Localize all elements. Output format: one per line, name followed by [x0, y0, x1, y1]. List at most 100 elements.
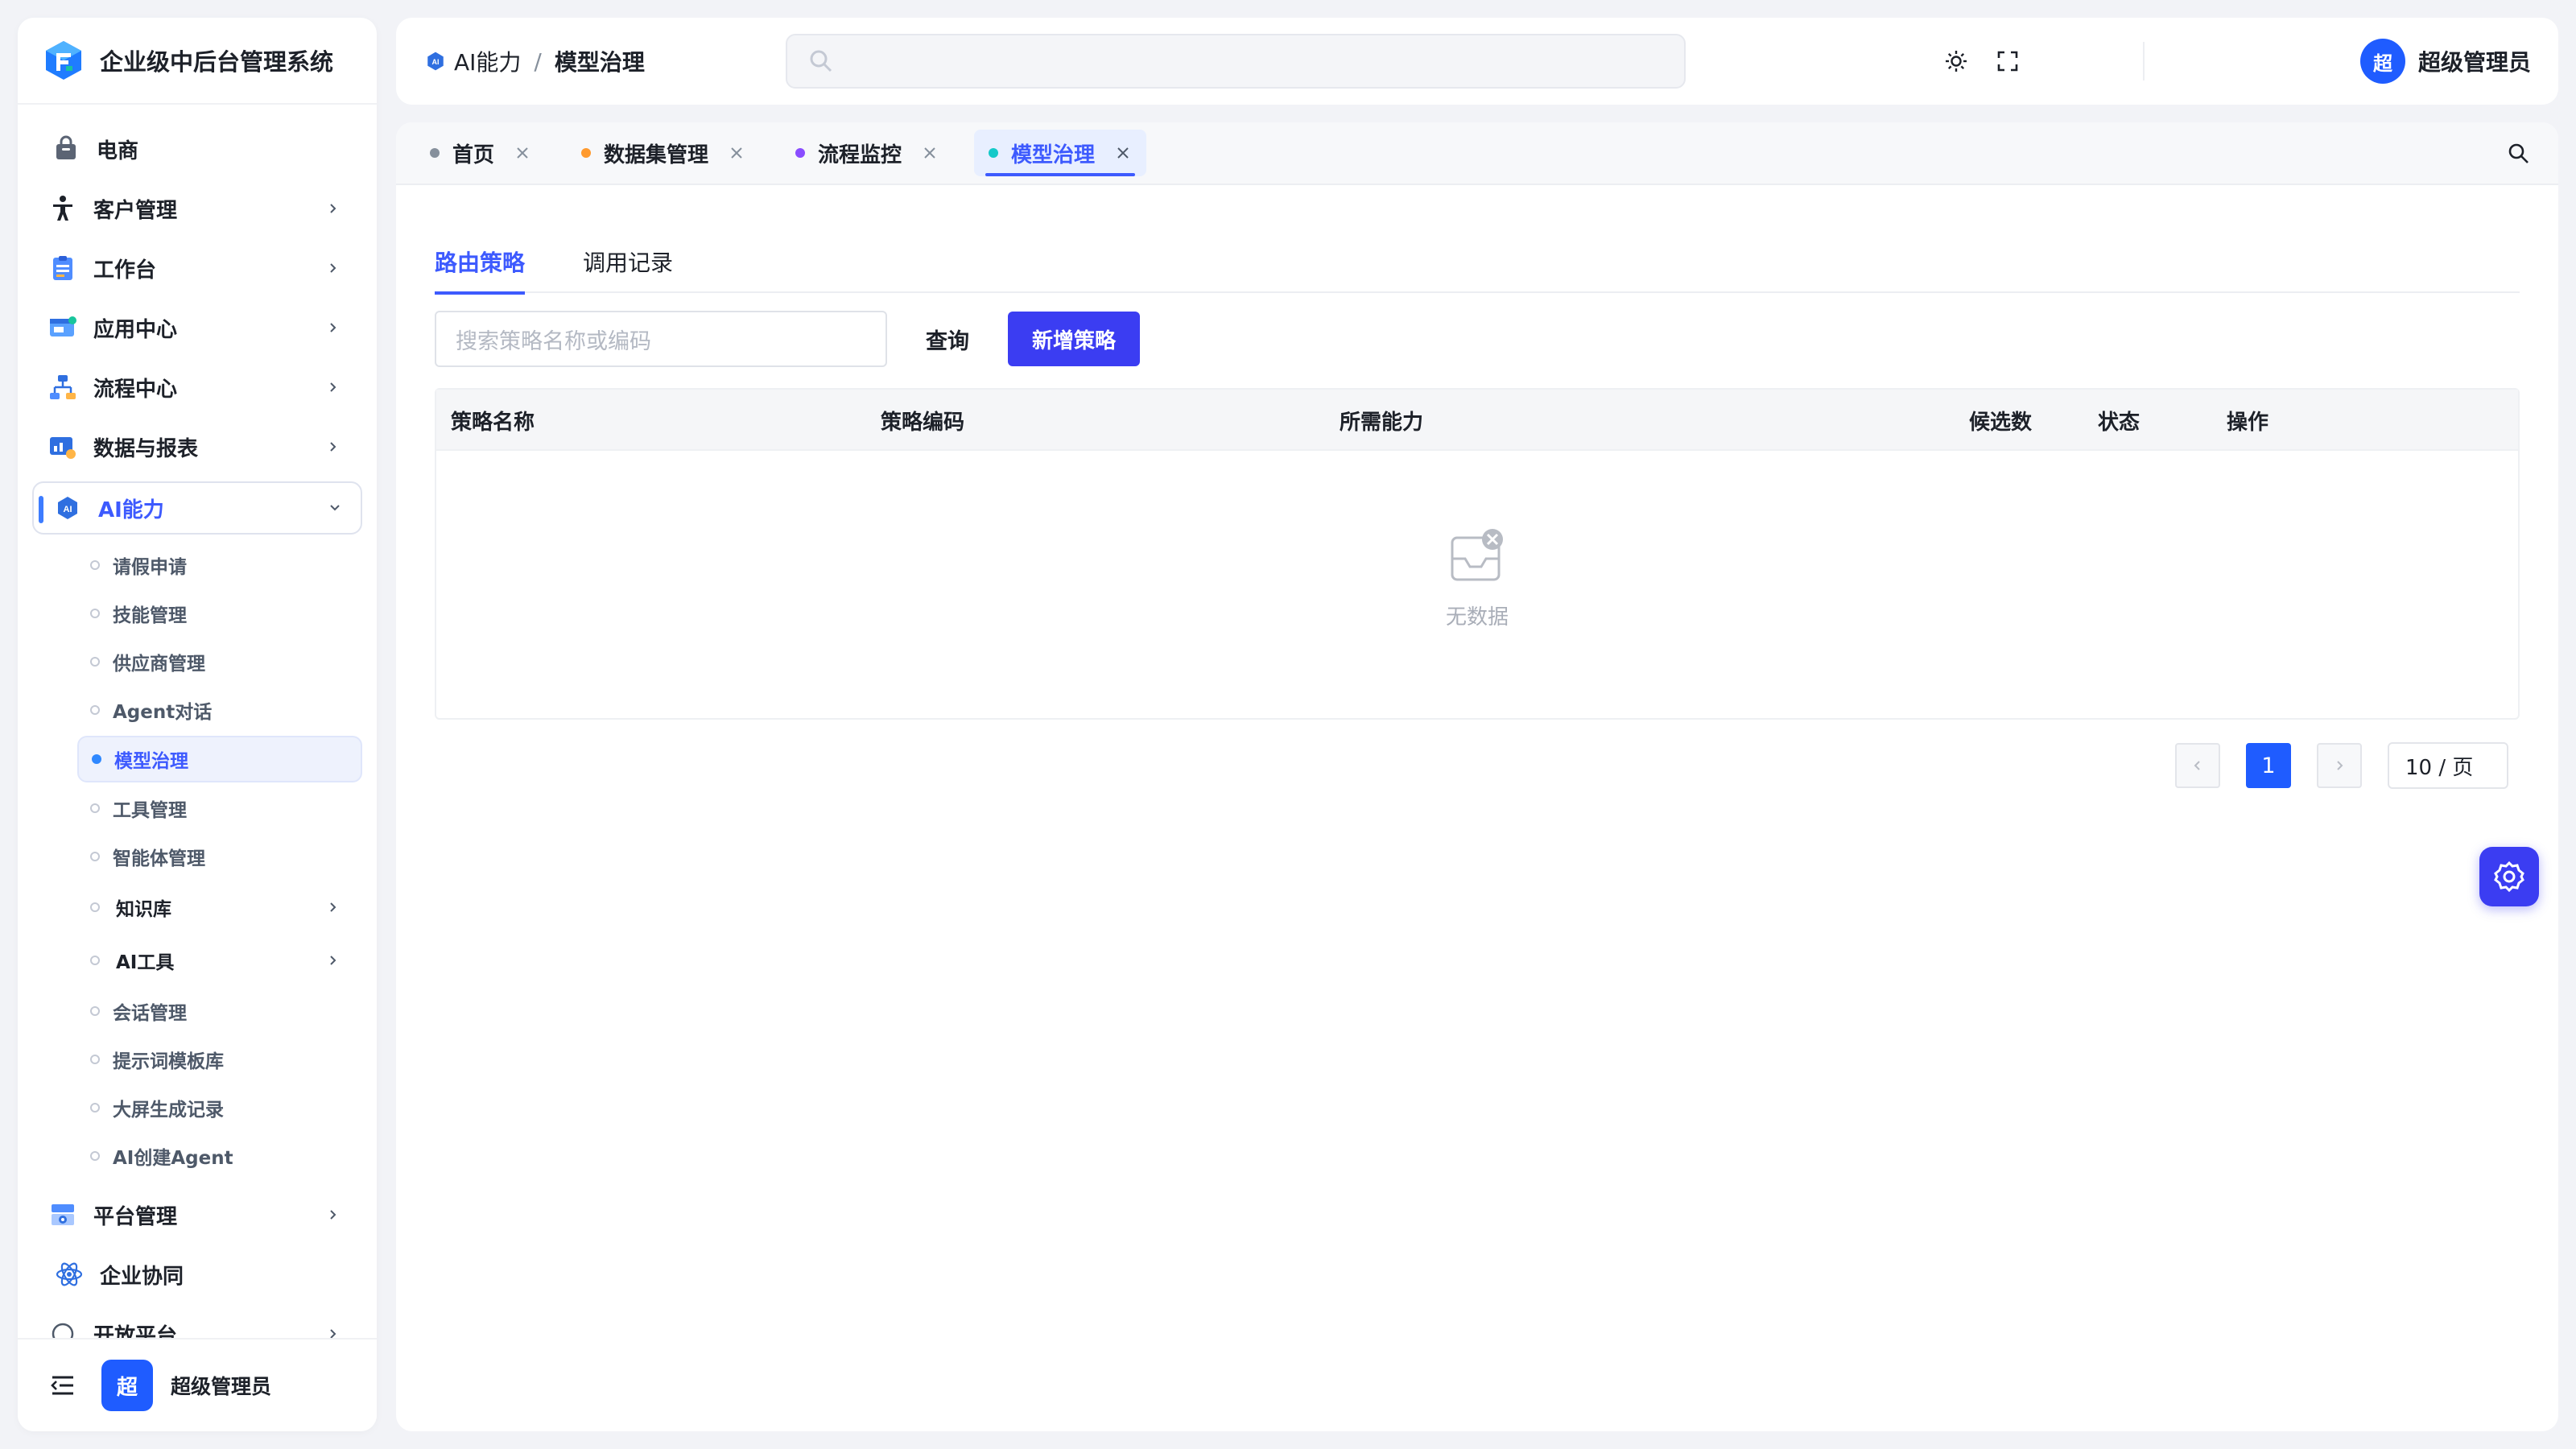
strategy-search-input[interactable]: 搜索策略名称或编码 — [435, 311, 887, 367]
chevron-right-icon — [325, 1207, 341, 1223]
sub-item-label: 模型治理 — [114, 751, 188, 772]
sub-item-label: 智能体管理 — [113, 848, 205, 869]
ai-badge-icon: AI — [52, 492, 84, 524]
gear-icon — [2492, 860, 2526, 894]
tab-process-monitor[interactable]: 流程监控 — [781, 130, 953, 176]
sub-item-leave[interactable]: 请假申请 — [18, 541, 377, 589]
subtab-call-records[interactable]: 调用记录 — [583, 238, 673, 293]
next-page-button[interactable] — [2317, 743, 2362, 788]
bullet-icon — [90, 1151, 100, 1161]
content-subtabs: 路由策略 调用记录 — [435, 238, 2520, 295]
bullet-icon — [90, 657, 100, 667]
search-icon — [808, 48, 834, 77]
close-icon[interactable] — [921, 144, 939, 162]
sub-item-label: 工具管理 — [113, 800, 187, 821]
sidebar-item-platform[interactable]: 平台管理 — [18, 1185, 377, 1245]
main-content: 首页 数据集管理 流程监控 模型治理 路由策略 调用记录 搜索策略名称或编码 查… — [396, 122, 2558, 1431]
column-header-code: 策略编码 — [881, 410, 965, 435]
tab-label: 数据集管理 — [604, 142, 709, 167]
sidebar-item-customers[interactable]: 客户管理 — [18, 179, 377, 238]
sub-item-tools[interactable]: 工具管理 — [18, 784, 377, 832]
bullet-icon — [90, 609, 100, 618]
tab-home[interactable]: 首页 — [415, 130, 546, 176]
sub-item-knowledge-base[interactable]: 知识库 — [18, 881, 377, 934]
active-tab-underline — [985, 173, 1136, 176]
avatar[interactable]: 超 — [2359, 39, 2405, 84]
global-search-input[interactable] — [786, 34, 1686, 89]
sub-item-agents[interactable]: 智能体管理 — [18, 832, 377, 881]
prev-page-button[interactable] — [2175, 743, 2220, 788]
tab-dot — [795, 148, 806, 158]
sub-item-sessions[interactable]: 会话管理 — [18, 987, 377, 1035]
query-button[interactable]: 查询 — [926, 324, 969, 355]
header-user[interactable]: 超 超级管理员 — [2359, 39, 2531, 84]
add-strategy-button[interactable]: 新增策略 — [1008, 312, 1140, 366]
active-subtab-underline — [435, 291, 526, 295]
sub-item-suppliers[interactable]: 供应商管理 — [18, 638, 377, 686]
page-size-select[interactable]: 10 / 页 — [2388, 742, 2508, 789]
tab-label: 流程监控 — [818, 142, 902, 167]
app-root: 企业级中后台管理系统 电商 客户管理 工作台 应用中心 流程中心 数据与报表 A… — [0, 0, 2576, 1449]
sidebar-item-label: 工作台 — [93, 258, 157, 283]
sidebar-footer: 超 超级管理员 — [18, 1338, 377, 1431]
chevron-right-icon — [325, 200, 341, 217]
sidebar-item-ai[interactable]: AI AI能力 — [32, 481, 362, 535]
sub-item-prompt-templates[interactable]: 提示词模板库 — [18, 1035, 377, 1084]
tab-model-governance[interactable]: 模型治理 — [974, 130, 1147, 176]
logo-row: 企业级中后台管理系统 — [18, 18, 377, 105]
subtab-label: 调用记录 — [583, 250, 674, 276]
report-icon — [47, 431, 79, 463]
sub-item-ai-tools[interactable]: AI工具 — [18, 934, 377, 987]
sub-item-agent-chat[interactable]: Agent对话 — [18, 686, 377, 734]
search-icon[interactable] — [2507, 142, 2531, 169]
user-name: 超级管理员 — [2417, 49, 2531, 76]
bullet-icon — [92, 754, 101, 764]
sidebar-item-data-reports[interactable]: 数据与报表 — [18, 417, 377, 477]
page-number-current[interactable]: 1 — [2246, 743, 2291, 788]
chevron-right-icon — [325, 320, 341, 336]
sub-item-ai-create-agent[interactable]: AI创建Agent — [18, 1132, 377, 1180]
sidebar-item-process-center[interactable]: 流程中心 — [18, 357, 377, 417]
sidebar-item-app-center[interactable]: 应用中心 — [18, 298, 377, 357]
close-icon[interactable] — [1114, 144, 1132, 162]
bullet-icon — [90, 560, 100, 570]
sidebar-item-label: 流程中心 — [93, 377, 178, 402]
fullscreen-icon[interactable] — [1995, 48, 2021, 74]
settings-gear-button[interactable] — [2479, 847, 2539, 906]
sidebar-item-collaboration[interactable]: 企业协同 — [18, 1245, 377, 1304]
sidebar-item-label: 企业协同 — [100, 1264, 184, 1289]
breadcrumb-parent[interactable]: AI能力 — [454, 45, 521, 77]
page-tabs: 首页 数据集管理 流程监控 模型治理 — [396, 122, 2558, 185]
theme-sun-icon[interactable] — [1943, 48, 1969, 74]
sub-item-label: 会话管理 — [113, 1003, 187, 1024]
column-header-name: 策略名称 — [451, 410, 535, 435]
close-icon[interactable] — [514, 144, 531, 162]
close-icon[interactable] — [728, 144, 745, 162]
collapse-menu-icon[interactable] — [50, 1374, 76, 1397]
clipboard-icon — [47, 252, 79, 284]
sidebar-item-label: 应用中心 — [93, 317, 178, 342]
bullet-icon — [90, 852, 100, 861]
column-header-candidates: 候选数 — [1969, 410, 2033, 435]
app-logo-icon — [42, 39, 85, 82]
table-header: 策略名称 策略编码 所需能力 候选数 状态 操作 — [436, 390, 2518, 451]
sub-item-label: AI创建Agent — [113, 1148, 233, 1169]
sidebar-item-ecommerce[interactable]: 电商 — [18, 119, 377, 179]
sub-item-model-governance[interactable]: 模型治理 — [77, 736, 362, 782]
atom-icon — [53, 1258, 85, 1290]
subtab-routing-strategy[interactable]: 路由策略 — [435, 238, 526, 295]
sub-item-label: AI工具 — [116, 952, 175, 973]
chevron-down-icon — [327, 500, 343, 516]
user-name: 超级管理员 — [171, 1375, 272, 1398]
avatar[interactable]: 超 — [101, 1360, 153, 1411]
sub-item-screen-records[interactable]: 大屏生成记录 — [18, 1084, 377, 1132]
sidebar-item-label: 数据与报表 — [93, 436, 199, 461]
sidebar: 企业级中后台管理系统 电商 客户管理 工作台 应用中心 流程中心 数据与报表 A… — [18, 18, 377, 1431]
tab-dataset-management[interactable]: 数据集管理 — [567, 130, 760, 176]
sidebar-item-workbench[interactable]: 工作台 — [18, 238, 377, 298]
app-title: 企业级中后台管理系统 — [100, 48, 334, 76]
bullet-icon — [90, 1103, 100, 1113]
breadcrumb-current: 模型治理 — [554, 49, 645, 76]
column-header-capability: 所需能力 — [1340, 410, 1424, 435]
sub-item-skills[interactable]: 技能管理 — [18, 589, 377, 638]
